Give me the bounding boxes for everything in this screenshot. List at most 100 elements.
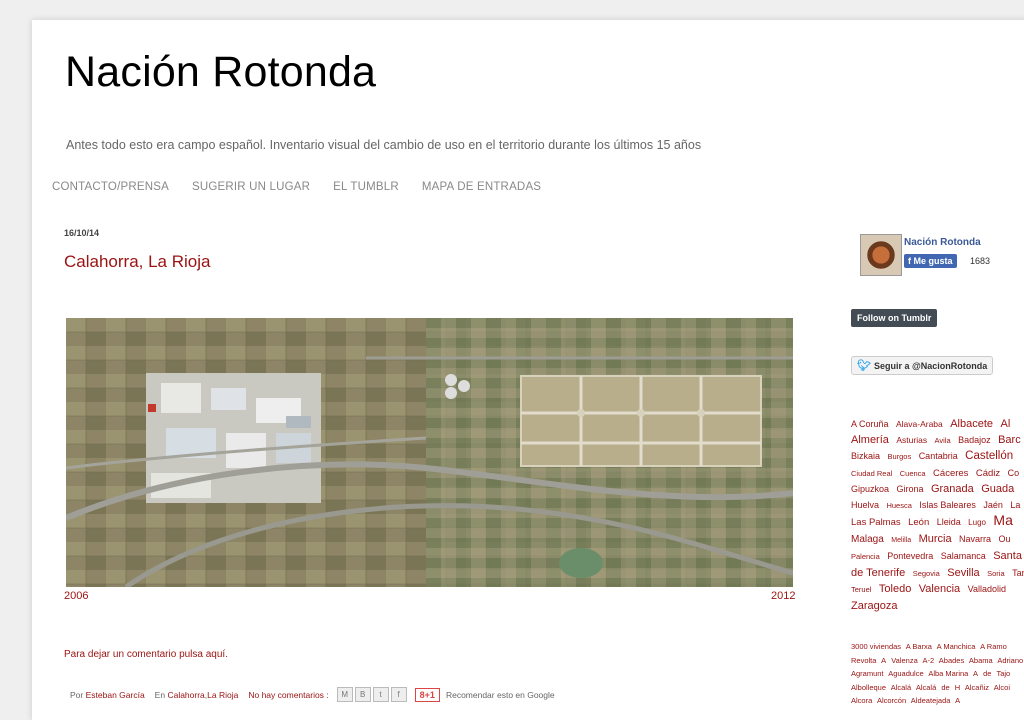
cloud-label[interactable]: Gipuzkoa bbox=[851, 484, 889, 494]
cloud-label[interactable]: Salamanca bbox=[941, 551, 986, 561]
cloud-label[interactable]: Castellón bbox=[965, 450, 1013, 462]
post-title[interactable]: Calahorra, La Rioja bbox=[64, 252, 210, 272]
comments-link[interactable]: No hay comentarios : bbox=[248, 690, 328, 700]
cloud-label[interactable]: Santa bbox=[993, 550, 1022, 562]
twitter-icon[interactable]: t bbox=[372, 687, 389, 702]
cloud-label[interactable]: Valencia bbox=[919, 583, 960, 595]
facebook-like-button[interactable]: f Me gusta bbox=[904, 254, 957, 268]
cloud-label[interactable]: Girona bbox=[896, 484, 923, 494]
cloud-label[interactable]: Cantabria bbox=[919, 451, 958, 461]
cloud-label[interactable]: A Coruña bbox=[851, 419, 889, 429]
cloud-label[interactable]: Huesca bbox=[886, 501, 911, 510]
nav-el-tumblr[interactable]: EL TUMBLR bbox=[333, 181, 399, 193]
nav-contacto-prensa[interactable]: CONTACTO/PRENSA bbox=[52, 181, 169, 193]
cloud-tag[interactable]: Albolleque bbox=[851, 683, 886, 692]
cloud-label[interactable]: Bizkaia bbox=[851, 451, 880, 461]
nav-mapa-entradas[interactable]: MAPA DE ENTRADAS bbox=[422, 181, 541, 193]
cloud-label[interactable]: Almería bbox=[851, 434, 889, 446]
nav-sugerir-lugar[interactable]: SUGERIR UN LUGAR bbox=[192, 181, 310, 193]
cloud-label[interactable]: Asturias bbox=[896, 435, 927, 445]
cloud-label[interactable]: Islas Baleares bbox=[919, 500, 976, 510]
cloud-label[interactable]: Zaragoza bbox=[851, 600, 897, 612]
cloud-tag[interactable]: Agramunt bbox=[851, 669, 884, 678]
cloud-tag[interactable]: Aldeatejada bbox=[911, 696, 951, 705]
label-la-rioja[interactable]: La Rioja bbox=[207, 690, 238, 700]
cloud-label[interactable]: Ciudad Real bbox=[851, 469, 892, 478]
cloud-tag[interactable]: Revolta bbox=[851, 656, 876, 665]
cloud-label[interactable]: Toledo bbox=[879, 583, 911, 595]
cloud-label[interactable]: Guada bbox=[981, 483, 1014, 495]
cloud-tag[interactable]: A Barxa bbox=[906, 642, 932, 651]
cloud-tag[interactable]: Alcorcón bbox=[877, 696, 906, 705]
cloud-label[interactable]: Cádiz bbox=[976, 468, 1000, 479]
author-link[interactable]: Esteban García bbox=[86, 690, 145, 700]
cloud-label[interactable]: Co bbox=[1008, 468, 1020, 478]
cloud-label[interactable]: León bbox=[908, 517, 929, 528]
cloud-label[interactable]: La bbox=[1010, 500, 1020, 510]
cloud-label[interactable]: Avila bbox=[935, 436, 951, 445]
blogger-icon[interactable]: B bbox=[354, 687, 371, 702]
cloud-tag[interactable]: Aguadulce bbox=[888, 669, 923, 678]
cloud-tag[interactable]: A Ramo bbox=[980, 642, 1007, 651]
cloud-label[interactable]: Cuenca bbox=[900, 469, 926, 478]
cloud-label[interactable]: Barc bbox=[998, 434, 1021, 446]
cloud-label[interactable]: Valladolid bbox=[968, 584, 1006, 594]
cloud-label[interactable]: Alava-Araba bbox=[896, 419, 943, 429]
cloud-label[interactable]: Navarra bbox=[959, 534, 991, 544]
cloud-tag[interactable]: de bbox=[941, 683, 949, 692]
cloud-tag[interactable]: H bbox=[955, 683, 960, 692]
cloud-label[interactable]: Teruel bbox=[851, 585, 871, 594]
cloud-label[interactable]: Albacete bbox=[950, 418, 993, 430]
twitter-follow-button[interactable]: 🐦︎ Seguir a @NacionRotonda bbox=[851, 356, 994, 375]
aerial-photo[interactable] bbox=[66, 318, 793, 587]
cloud-tag[interactable]: Abades bbox=[939, 656, 964, 665]
cloud-label[interactable]: Pontevedra bbox=[887, 551, 933, 561]
cloud-label[interactable]: Ou bbox=[999, 534, 1011, 544]
cloud-tag[interactable]: Alba Marina bbox=[928, 669, 968, 678]
cloud-label[interactable]: Lugo bbox=[968, 518, 986, 527]
cloud-label[interactable]: Cáceres bbox=[933, 468, 968, 479]
cloud-label[interactable]: Melilla bbox=[891, 537, 911, 544]
facebook-icon[interactable]: f bbox=[390, 687, 407, 702]
facebook-page-name[interactable]: Nación Rotonda bbox=[904, 237, 981, 248]
email-icon[interactable]: M bbox=[336, 687, 353, 702]
cloud-tag[interactable]: Alcora bbox=[851, 696, 872, 705]
cloud-label[interactable]: Palencia bbox=[851, 552, 880, 561]
cloud-tag[interactable]: Alcoi bbox=[994, 683, 1010, 692]
cloud-label[interactable]: Al bbox=[1000, 418, 1010, 430]
cloud-tag[interactable]: 3000 viviendas bbox=[851, 642, 901, 651]
cloud-label[interactable]: de Tenerife bbox=[851, 567, 905, 579]
follow-tumblr-button[interactable]: Follow on Tumblr bbox=[851, 309, 938, 327]
page-avatar[interactable] bbox=[860, 234, 902, 276]
cloud-label[interactable]: Tarr bbox=[1012, 568, 1024, 578]
cloud-tag[interactable]: A Manchica bbox=[937, 642, 976, 651]
google-plus-button[interactable]: 8+1 bbox=[414, 687, 440, 702]
cloud-tag[interactable]: Adriano bbox=[997, 656, 1023, 665]
cloud-label[interactable]: Las Palmas bbox=[851, 517, 901, 528]
cloud-tag[interactable]: A-2 bbox=[922, 656, 934, 665]
cloud-tag[interactable]: A bbox=[973, 669, 978, 678]
cloud-tag[interactable]: de bbox=[983, 669, 991, 678]
cloud-tag[interactable]: Alcalá bbox=[891, 683, 911, 692]
cloud-label[interactable]: Murcia bbox=[919, 533, 952, 545]
cloud-label[interactable]: Malaga bbox=[851, 534, 884, 545]
label-calahorra[interactable]: Calahorra bbox=[167, 690, 204, 700]
comment-link[interactable]: Para dejar un comentario pulsa aquí. bbox=[64, 649, 228, 660]
cloud-tag[interactable]: Alcalá bbox=[916, 683, 936, 692]
cloud-tag[interactable]: Tajo bbox=[996, 669, 1010, 678]
cloud-tag[interactable]: Valenza bbox=[891, 656, 918, 665]
cloud-label[interactable]: Jaén bbox=[983, 500, 1003, 510]
cloud-tag[interactable]: A bbox=[955, 696, 960, 705]
cloud-label[interactable]: Granada bbox=[931, 483, 974, 495]
cloud-tag[interactable]: Abama bbox=[969, 656, 993, 665]
cloud-label[interactable]: Burgos bbox=[887, 452, 911, 461]
cloud-label[interactable]: Soria bbox=[987, 569, 1005, 578]
cloud-label[interactable]: Lleida bbox=[937, 517, 961, 527]
cloud-tag[interactable]: Alcañiz bbox=[965, 683, 989, 692]
cloud-label[interactable]: Huelva bbox=[851, 500, 879, 510]
cloud-label[interactable]: Badajoz bbox=[958, 435, 991, 445]
blog-title[interactable]: Nación Rotonda bbox=[65, 48, 376, 97]
cloud-label[interactable]: Segovia bbox=[913, 569, 940, 578]
cloud-label[interactable]: Ma bbox=[993, 512, 1012, 528]
cloud-label[interactable]: Sevilla bbox=[947, 567, 979, 579]
